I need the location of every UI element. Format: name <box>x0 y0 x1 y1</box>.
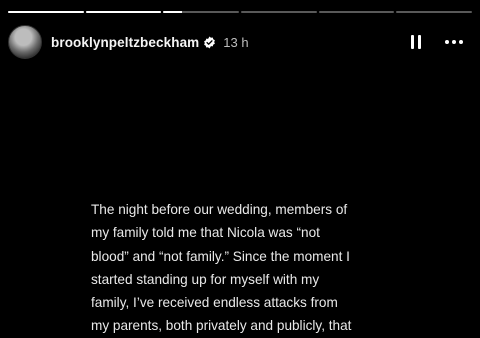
more-options-dot <box>459 40 463 44</box>
story-progress-fill <box>85 11 162 13</box>
pause-icon <box>411 35 414 49</box>
pause-button[interactable] <box>404 30 428 54</box>
avatar[interactable] <box>8 25 42 59</box>
more-options-button[interactable] <box>442 30 466 54</box>
story-progress-bar <box>8 11 473 13</box>
story-progress-segment <box>318 11 395 13</box>
story-text: The night before our wedding, members of… <box>91 202 352 334</box>
pause-icon-bar <box>418 35 421 49</box>
story-header: brooklynpeltzbeckham 13 h <box>8 24 466 60</box>
story-progress-segment <box>241 11 317 13</box>
more-options-icon <box>445 40 449 44</box>
more-options-dot <box>452 40 456 44</box>
story-progress-segment <box>8 11 84 13</box>
story-progress-fill <box>8 11 84 13</box>
post-time: 13 h <box>223 34 249 50</box>
story-progress-segment <box>85 11 162 13</box>
story-progress-segment <box>396 11 473 13</box>
story-progress-fill <box>163 11 183 13</box>
verified-badge-icon <box>204 36 216 48</box>
username[interactable]: brooklynpeltzbeckham <box>51 35 199 50</box>
story-progress-segment <box>163 11 240 13</box>
